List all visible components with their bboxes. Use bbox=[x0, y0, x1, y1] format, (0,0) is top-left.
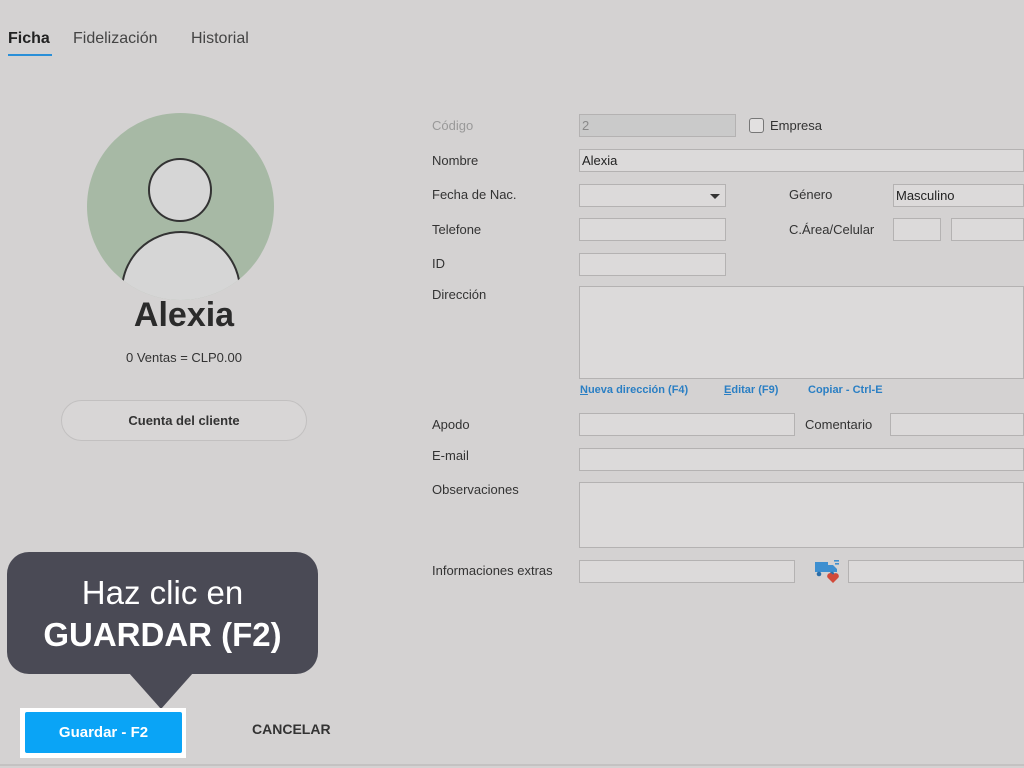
empresa-checkbox[interactable] bbox=[749, 118, 764, 133]
apodo-label: Apodo bbox=[432, 417, 470, 432]
observaciones-label: Observaciones bbox=[432, 482, 519, 497]
comentario-field[interactable] bbox=[890, 413, 1024, 436]
callout-line-2: GUARDAR (F2) bbox=[43, 616, 282, 653]
informaciones-extras-label: Informaciones extras bbox=[432, 563, 553, 578]
callout-pointer bbox=[129, 673, 193, 709]
direccion-textarea[interactable] bbox=[579, 286, 1024, 379]
fecha-nac-label: Fecha de Nac. bbox=[432, 187, 517, 202]
customer-name: Alexia bbox=[133, 296, 235, 334]
direccion-label: Dirección bbox=[432, 287, 487, 302]
celular-number-field[interactable] bbox=[951, 218, 1024, 241]
comentario-label: Comentario bbox=[805, 417, 873, 432]
nueva-direccion-shortcut: N bbox=[580, 384, 588, 396]
nueva-direccion-text: ueva dirección (F4) bbox=[587, 384, 689, 396]
codigo-label: Código bbox=[432, 118, 474, 133]
tab-fidelizacion[interactable]: Fidelización bbox=[73, 30, 157, 48]
avatar-body bbox=[121, 231, 241, 300]
email-field[interactable] bbox=[579, 448, 1024, 471]
genero-label: Género bbox=[789, 187, 833, 202]
observaciones-textarea[interactable] bbox=[579, 482, 1024, 548]
tab-historial[interactable]: Historial bbox=[191, 30, 249, 48]
user-avatar-icon bbox=[87, 113, 274, 300]
bottom-divider bbox=[0, 764, 1024, 766]
dropdown-arrow-icon[interactable] bbox=[710, 194, 720, 199]
instruction-callout: Haz clic en GUARDAR (F2) bbox=[7, 552, 318, 674]
tab-ficha[interactable]: Ficha bbox=[8, 30, 50, 48]
apodo-field[interactable] bbox=[579, 413, 795, 436]
fecha-nac-field[interactable] bbox=[579, 184, 726, 207]
id-field[interactable] bbox=[579, 253, 726, 276]
informaciones-extras-field-2[interactable] bbox=[848, 560, 1024, 583]
telefone-field[interactable] bbox=[579, 218, 726, 241]
nombre-label: Nombre bbox=[432, 153, 479, 168]
codigo-field: 2 bbox=[579, 114, 736, 137]
avatar-head bbox=[148, 158, 212, 222]
copiar-direccion-link[interactable]: Copiar - Ctrl-E bbox=[808, 384, 883, 396]
nueva-direccion-link[interactable]: Nueva dirección (F4) bbox=[580, 384, 688, 396]
callout-line-1: Haz clic en bbox=[81, 574, 244, 611]
celular-area-field[interactable] bbox=[893, 218, 941, 241]
telefone-label: Telefone bbox=[432, 222, 482, 237]
email-label: E-mail bbox=[432, 448, 469, 463]
delivery-truck-heart-icon[interactable] bbox=[814, 559, 840, 583]
empresa-label: Empresa bbox=[770, 118, 823, 133]
editar-direccion-link[interactable]: Editar (F9) bbox=[724, 384, 778, 396]
save-button[interactable]: Guardar - F2 bbox=[25, 712, 182, 753]
informaciones-extras-field[interactable] bbox=[579, 560, 795, 583]
editar-text: ditar (F9) bbox=[731, 384, 779, 396]
sales-summary: 0 Ventas = CLP0.00 bbox=[125, 350, 242, 365]
id-label: ID bbox=[432, 256, 445, 271]
active-tab-indicator bbox=[8, 54, 52, 56]
customer-account-button[interactable]: Cuenta del cliente bbox=[61, 400, 307, 441]
cancel-button[interactable]: CANCELAR bbox=[252, 721, 331, 737]
nombre-field[interactable]: Alexia bbox=[579, 149, 1024, 172]
celular-label: C.Área/Celular bbox=[789, 222, 875, 237]
genero-select[interactable]: Masculino bbox=[893, 184, 1024, 207]
